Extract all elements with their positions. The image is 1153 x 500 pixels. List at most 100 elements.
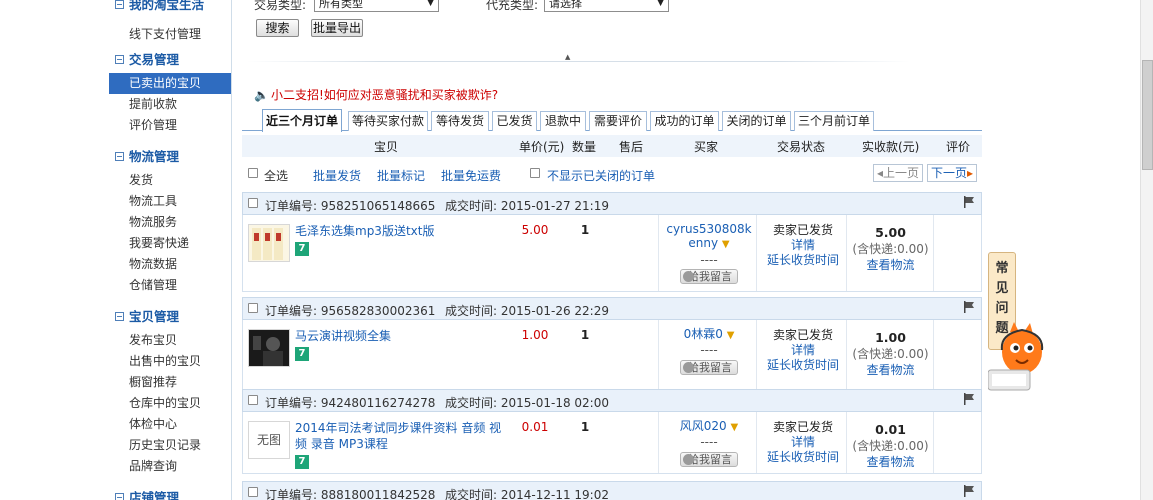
received-amount: 1.00 (含快递:0.00) 查看物流 — [848, 330, 933, 378]
detail-link[interactable]: 详情 — [758, 343, 848, 358]
select-all-checkbox[interactable] — [248, 168, 258, 178]
order-checkbox[interactable] — [248, 198, 258, 208]
hide-closed-checkbox[interactable] — [530, 168, 540, 178]
trade-type-select[interactable]: 所有类型 ▼ — [314, 0, 439, 12]
sidebar-item-offline-pay[interactable]: 线下支付管理 — [109, 24, 231, 45]
detail-link[interactable]: 详情 — [758, 238, 848, 253]
sidebar-item-checkup[interactable]: 体检中心 — [109, 414, 231, 435]
order-time: 成交时间: 2015-01-27 21:19 — [445, 199, 609, 213]
item-thumbnail[interactable] — [248, 329, 290, 367]
order-checkbox[interactable] — [248, 303, 258, 313]
filter-icon[interactable]: ▼ — [722, 239, 730, 250]
flag-icon[interactable] — [963, 485, 975, 497]
sidebar-item-brand[interactable]: 品牌查询 — [109, 456, 231, 477]
hide-closed-link[interactable]: 不显示已关闭的订单 — [547, 167, 655, 184]
sidebar-item-early-payment[interactable]: 提前收款 — [109, 94, 231, 115]
dropdown-arrow-icon: ▼ — [427, 0, 434, 8]
collapse-icon[interactable] — [115, 312, 124, 321]
sidebar-item-sold-items[interactable]: 已卖出的宝贝 — [109, 73, 231, 94]
filter-icon[interactable]: ▼ — [731, 422, 739, 433]
sidebar-section-title[interactable]: 我的淘宝生活 — [109, 0, 231, 15]
collapse-icon[interactable] — [115, 493, 124, 500]
order-checkbox[interactable] — [248, 487, 258, 497]
filter-icon[interactable]: ▼ — [727, 330, 735, 341]
sidebar-section-title[interactable]: 物流管理 — [109, 147, 231, 167]
tab-closed[interactable]: 关闭的订单 — [722, 111, 791, 131]
extend-receipt-link[interactable]: 延长收货时间 — [758, 253, 848, 268]
batch-export-button[interactable]: 批量导出 — [311, 19, 363, 37]
sidebar-section-items: 宝贝管理 发布宝贝 出售中的宝贝 橱窗推荐 仓库中的宝贝 体检中心 历史宝贝记录… — [109, 307, 231, 477]
search-button[interactable]: 搜索 — [256, 19, 299, 37]
sidebar-item-ship[interactable]: 发货 — [109, 170, 231, 191]
order-checkbox[interactable] — [248, 395, 258, 405]
detail-link[interactable]: 详情 — [758, 435, 848, 450]
leave-message-button[interactable]: 给我留言 — [680, 360, 738, 375]
sidebar-item-warehouse[interactable]: 仓储管理 — [109, 275, 231, 296]
buyer-link[interactable]: 风风020 ▼ — [663, 419, 755, 435]
sidebar-item-publish[interactable]: 发布宝贝 — [109, 330, 231, 351]
collapse-icon[interactable] — [115, 0, 124, 9]
notice-link[interactable]: 如何应对恶意骚扰和买家被欺诈? — [324, 88, 498, 102]
collapse-icon[interactable] — [115, 55, 124, 64]
item-thumbnail[interactable] — [248, 224, 290, 262]
prev-page-button[interactable]: ◂上一页 — [873, 164, 923, 182]
buyer-link[interactable]: 0林霖0 ▼ — [663, 327, 755, 343]
header-qty: 数量 — [572, 140, 597, 154]
table-header: 宝贝 单价(元) 数量 售后 买家 交易状态 实收款(元) 评价 — [242, 135, 982, 157]
buyer-link[interactable]: cyrus530808kenny ▼ — [663, 222, 755, 252]
sidebar-item-showcase[interactable]: 橱窗推荐 — [109, 372, 231, 393]
sidebar-item-in-warehouse[interactable]: 仓库中的宝贝 — [109, 393, 231, 414]
view-logistics-link[interactable]: 查看物流 — [848, 257, 933, 273]
view-logistics-link[interactable]: 查看物流 — [848, 454, 933, 470]
flag-icon[interactable] — [963, 393, 975, 405]
tab-recent-3-months[interactable]: 近三个月订单 — [262, 109, 342, 132]
speaker-icon: 🔈 — [254, 88, 269, 102]
page-scrollbar[interactable] — [1140, 0, 1153, 500]
flag-icon[interactable] — [963, 196, 975, 208]
sidebar-item-reviews[interactable]: 评价管理 — [109, 115, 231, 136]
faq-widget[interactable]: 常 见 问 题 — [988, 252, 1050, 397]
order-header: 订单编号: 942480116274278 成交时间: 2015-01-18 0… — [242, 389, 982, 412]
sidebar-item-logistics-tools[interactable]: 物流工具 — [109, 191, 231, 212]
flag-icon[interactable] — [963, 301, 975, 313]
scrollbar-thumb[interactable] — [1142, 60, 1153, 170]
sidebar-item-logistics-service[interactable]: 物流服务 — [109, 212, 231, 233]
sidebar-section-title[interactable]: 宝贝管理 — [109, 307, 231, 327]
order-number: 订单编号: 888180011842528 — [265, 488, 436, 500]
batch-free-shipping-link[interactable]: 批量免运费 — [441, 167, 501, 184]
sidebar-item-history[interactable]: 历史宝贝记录 — [109, 435, 231, 456]
item-title[interactable]: 2014年司法考试同步课件资料 音频 视频 录音 MP3课程 7 — [295, 420, 503, 469]
batch-ship-link[interactable]: 批量发货 — [313, 167, 361, 184]
sidebar-item-send-express[interactable]: 我要寄快递 — [109, 233, 231, 254]
received-amount: 5.00 (含快递:0.00) 查看物流 — [848, 225, 933, 273]
item-title[interactable]: 毛泽东选集mp3版送txt版 7 — [295, 223, 503, 256]
tab-shipped[interactable]: 已发货 — [492, 111, 537, 131]
tab-refunding[interactable]: 退款中 — [540, 111, 586, 131]
sidebar-item-on-sale[interactable]: 出售中的宝贝 — [109, 351, 231, 372]
batch-mark-link[interactable]: 批量标记 — [377, 167, 425, 184]
collapse-icon[interactable] — [115, 152, 124, 161]
item-price: 5.00 — [521, 223, 549, 237]
tab-3-months-ago[interactable]: 三个月前订单 — [794, 111, 874, 131]
item-price: 1.00 — [521, 328, 549, 342]
leave-message-button[interactable]: 给我留言 — [680, 269, 738, 284]
sidebar-section-title[interactable]: 店铺管理 — [109, 488, 231, 500]
collapse-up-icon[interactable]: ▲ — [565, 53, 570, 61]
pay-type-select[interactable]: 请选择 ▼ — [544, 0, 669, 12]
view-logistics-link[interactable]: 查看物流 — [848, 362, 933, 378]
tab-awaiting-shipment[interactable]: 等待发货 — [431, 111, 489, 131]
extend-receipt-link[interactable]: 延长收货时间 — [758, 358, 848, 373]
next-page-button[interactable]: 下一页▸ — [927, 164, 977, 182]
received-amount: 0.01 (含快递:0.00) 查看物流 — [848, 422, 933, 470]
tab-successful[interactable]: 成功的订单 — [650, 111, 719, 131]
extend-receipt-link[interactable]: 延长收货时间 — [758, 450, 848, 465]
item-thumbnail[interactable]: 无图 — [248, 421, 290, 459]
item-title[interactable]: 马云演讲视频全集 7 — [295, 328, 503, 361]
leave-message-button[interactable]: 给我留言 — [680, 452, 738, 467]
tab-awaiting-payment[interactable]: 等待买家付款 — [348, 111, 428, 131]
tab-need-review[interactable]: 需要评价 — [589, 111, 647, 131]
sidebar-item-logistics-data[interactable]: 物流数据 — [109, 254, 231, 275]
sidebar-section-title[interactable]: 交易管理 — [109, 50, 231, 70]
header-received: 实收款(元) — [862, 140, 920, 154]
sidebar: 我的淘宝生活 线下支付管理 交易管理 已卖出的宝贝 提前收款 评价管理 物流管理… — [109, 0, 232, 500]
